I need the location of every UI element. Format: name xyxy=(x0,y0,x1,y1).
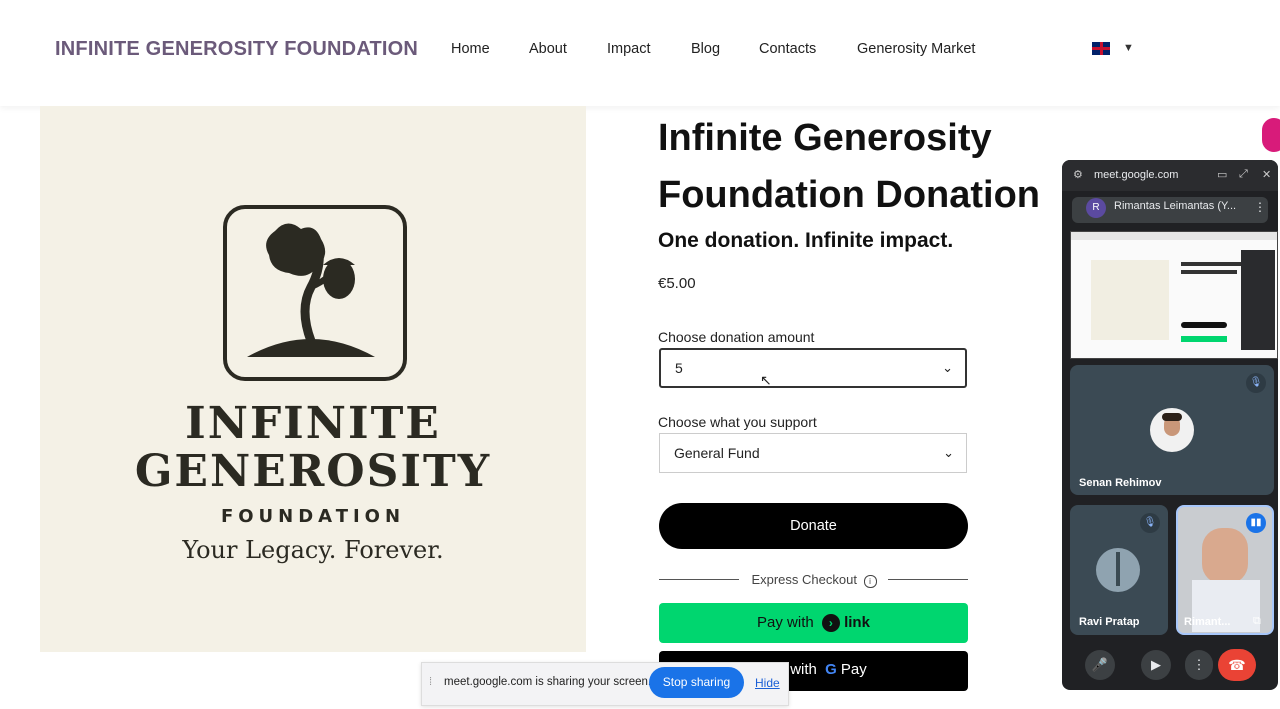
mouse-cursor-icon: ↖ xyxy=(760,372,772,388)
nav-home[interactable]: Home xyxy=(451,41,490,57)
floating-widget-icon[interactable] xyxy=(1262,118,1280,152)
share-message: meet.google.com is sharing your screen. xyxy=(444,676,652,688)
participant-name: Rimant... xyxy=(1184,616,1231,628)
preview-product-image xyxy=(1091,260,1169,340)
product-price: €5.00 xyxy=(658,275,696,292)
support-label: Choose what you support xyxy=(658,414,817,430)
more-options-icon[interactable]: ⋮ xyxy=(1185,650,1213,680)
pip-url: meet.google.com xyxy=(1094,169,1179,181)
nav-blog[interactable]: Blog xyxy=(691,41,720,57)
presenter-name: Rimantas Leimantas (Y... xyxy=(1114,200,1237,212)
support-fund-value: General Fund xyxy=(674,445,760,461)
camera-icon[interactable]: ▭ xyxy=(1217,168,1227,181)
uk-flag-icon[interactable] xyxy=(1092,42,1110,55)
preview-pip xyxy=(1241,250,1275,350)
donation-amount-select[interactable]: 5 ⌄ xyxy=(659,348,967,388)
product-title: Infinite Generosity Foundation Donation xyxy=(658,117,1041,216)
preview-donate-button xyxy=(1181,322,1227,328)
donate-button[interactable]: Donate xyxy=(659,503,968,549)
shared-screen-preview[interactable] xyxy=(1070,231,1278,359)
support-fund-select[interactable]: General Fund ⌄ xyxy=(659,433,967,473)
google-g-icon: G xyxy=(825,661,837,678)
hide-share-bar-link[interactable]: Hide xyxy=(755,676,780,690)
meet-pip-window: ⚙ meet.google.com ▭ ⤢ ✕ R Rimantas Leima… xyxy=(1062,160,1278,690)
stop-sharing-button[interactable]: Stop sharing xyxy=(649,667,744,698)
participant-name: Senan Rehimov xyxy=(1079,477,1162,489)
logo-line-2: GENEROSITY xyxy=(134,446,492,497)
participant-video-face xyxy=(1202,528,1248,584)
amount-label: Choose donation amount xyxy=(658,329,815,345)
nav-impact[interactable]: Impact xyxy=(607,41,651,57)
info-icon[interactable]: i xyxy=(863,575,877,588)
nav-generosity-market[interactable]: Generosity Market xyxy=(857,41,975,57)
preview-pay-link xyxy=(1181,336,1227,342)
site-settings-icon[interactable]: ⚙ xyxy=(1073,168,1083,181)
divider xyxy=(888,579,968,580)
chevron-down-icon: ⌄ xyxy=(943,445,954,460)
pin-icon[interactable]: ⧉ xyxy=(1253,615,1261,628)
logo-tagline: Your Legacy. Forever. xyxy=(182,536,444,564)
drag-handle-icon[interactable]: ⁞ xyxy=(429,676,432,688)
video-camera-icon[interactable]: ▶ xyxy=(1141,650,1171,680)
site-brand[interactable]: INFINITE GENEROSITY FOUNDATION xyxy=(55,38,418,61)
hair xyxy=(1162,413,1182,421)
express-checkout-label: Express Checkout i xyxy=(740,572,888,588)
preview-title-line xyxy=(1181,262,1241,266)
preview-title-line xyxy=(1181,270,1237,274)
participant-avatar xyxy=(1150,408,1194,452)
nav-contacts[interactable]: Contacts xyxy=(759,41,816,57)
microphone-icon[interactable]: 🎤 xyxy=(1085,650,1115,680)
close-icon[interactable]: ✕ xyxy=(1262,168,1271,181)
chevron-down-icon: ⌄ xyxy=(942,360,953,375)
language-chevron-icon[interactable]: ▼ xyxy=(1123,42,1134,54)
donation-amount-value: 5 xyxy=(675,360,683,376)
nav-about[interactable]: About xyxy=(529,41,567,57)
muted-mic-icon: 🎙 xyxy=(1140,513,1160,533)
muted-mic-icon: 🎙 xyxy=(1246,373,1266,393)
expand-icon[interactable]: ⤢ xyxy=(1239,168,1248,181)
logo-line-3: FOUNDATION xyxy=(220,506,406,527)
acorn-tree-logo-icon xyxy=(223,205,407,381)
preview-browser-bar xyxy=(1071,232,1277,240)
participant-avatar xyxy=(1096,548,1140,592)
participant-name: Ravi Pratap xyxy=(1079,616,1140,628)
speaking-indicator-icon: ▮▮ xyxy=(1246,513,1266,533)
eiffel-tower-icon xyxy=(1116,552,1120,586)
logo-line-1: INFINITE xyxy=(185,398,441,449)
divider xyxy=(659,579,739,580)
product-subtitle: One donation. Infinite impact. xyxy=(658,229,954,252)
presenter-avatar: R xyxy=(1086,198,1106,218)
pay-with-link-button[interactable]: Pay with › link xyxy=(659,603,968,643)
more-options-icon[interactable]: ⋮ xyxy=(1254,200,1266,214)
end-call-icon[interactable]: ☎ xyxy=(1218,649,1256,681)
link-arrow-icon: › xyxy=(821,614,840,633)
